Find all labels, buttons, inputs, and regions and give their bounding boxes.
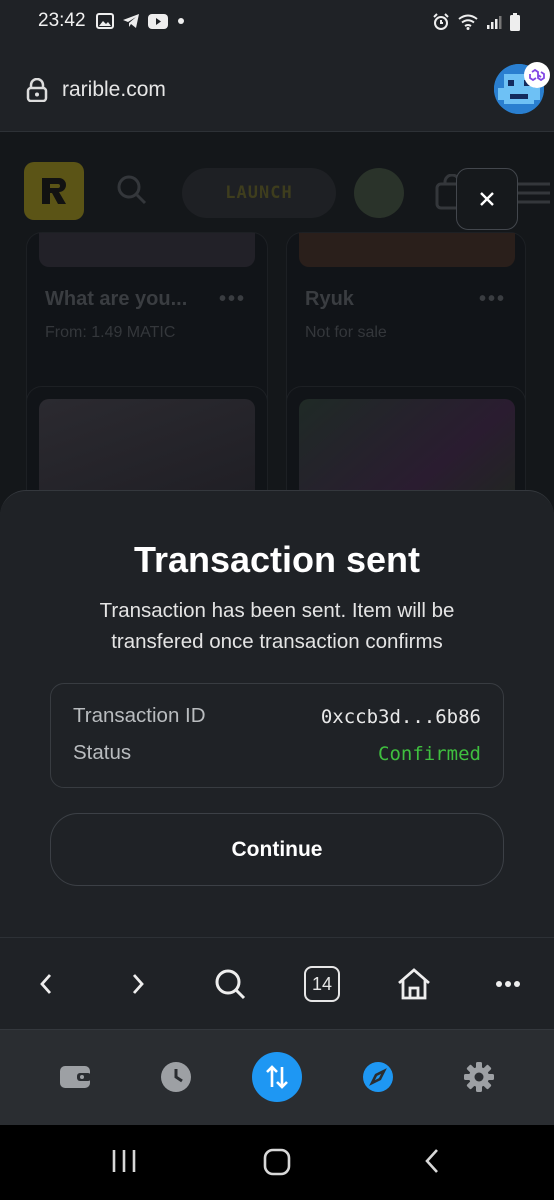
more-dots-icon: ••• [479, 288, 507, 310]
status-label: Status [73, 741, 132, 764]
recent-apps-icon[interactable] [110, 1147, 138, 1175]
back-system-icon[interactable] [422, 1147, 442, 1175]
modal-title: Transaction sent [133, 539, 421, 580]
back-icon [40, 974, 52, 994]
gallery-icon [96, 13, 114, 29]
system-icons [432, 13, 520, 31]
nft-price: From: 1.49 MATIC [45, 324, 176, 341]
modal-description: Transaction has been sent. Item will be … [99, 599, 455, 653]
lock-icon [26, 78, 48, 102]
nft-thumbnail [39, 233, 255, 267]
launch-button: LAUNCH [182, 168, 336, 218]
more-dots-icon: ••• [219, 288, 247, 310]
forward-button[interactable] [114, 960, 162, 1008]
nft-title: What are you... [45, 288, 188, 310]
close-icon [480, 192, 494, 206]
wallet-icon [60, 1066, 91, 1088]
rarible-r-icon [42, 178, 66, 204]
nft-thumbnail [299, 233, 515, 267]
forward-icon [132, 974, 144, 994]
alarm-icon [433, 13, 449, 30]
history-icon [161, 1062, 191, 1092]
tx-id-value[interactable]: 0xccb3d...6b86 [321, 706, 481, 728]
tabs-button[interactable]: 14 [298, 960, 346, 1008]
address-bar[interactable]: rarible.com [0, 46, 554, 132]
discover-icon [363, 1062, 393, 1092]
transaction-modal: Transaction sent Transaction has been se… [0, 490, 554, 937]
wifi-icon [458, 14, 478, 30]
notification-icons [96, 13, 186, 29]
system-nav-bar [0, 1125, 554, 1200]
nav-wallet[interactable] [50, 1052, 100, 1102]
status-time: 23:42 [38, 10, 86, 31]
site-user-avatar [354, 168, 404, 218]
home-system-icon[interactable] [262, 1147, 292, 1177]
search-button[interactable] [206, 960, 254, 1008]
status-value: Confirmed [378, 743, 481, 765]
telegram-icon [123, 14, 139, 28]
nav-swap[interactable] [252, 1052, 302, 1102]
url-text[interactable]: rarible.com [62, 78, 166, 102]
youtube-icon [148, 13, 168, 29]
close-modal-button[interactable] [456, 168, 518, 230]
dot-icon [178, 18, 184, 24]
polygon-network-badge [524, 62, 550, 88]
more-button[interactable] [484, 960, 532, 1008]
nav-settings[interactable] [454, 1052, 504, 1102]
home-icon [398, 968, 430, 1000]
nav-discover[interactable] [353, 1052, 403, 1102]
tx-id-label: Transaction ID [73, 704, 206, 727]
tabs-icon: 14 [304, 966, 340, 1002]
battery-icon [510, 13, 520, 31]
browser-toolbar: 14 [0, 937, 554, 1029]
home-button[interactable] [390, 960, 438, 1008]
nft-title: Ryuk [305, 288, 354, 310]
search-icon [215, 969, 246, 1000]
swap-icon [252, 1052, 302, 1102]
hamburger-icon [514, 182, 550, 204]
continue-button[interactable]: Continue [50, 813, 504, 886]
transaction-details: Transaction ID 0xccb3d...6b86 Status Con… [50, 683, 504, 788]
more-icon [496, 981, 520, 987]
rarible-logo [24, 162, 84, 220]
settings-icon [464, 1062, 494, 1092]
back-button[interactable] [22, 960, 70, 1008]
status-bar: 23:42 [0, 0, 554, 46]
nav-history[interactable] [151, 1052, 201, 1102]
signal-icon [487, 16, 502, 29]
polygon-icon [529, 68, 545, 82]
wallet-app-nav [0, 1029, 554, 1125]
site-search-icon [117, 175, 147, 205]
nft-price: Not for sale [305, 324, 387, 341]
